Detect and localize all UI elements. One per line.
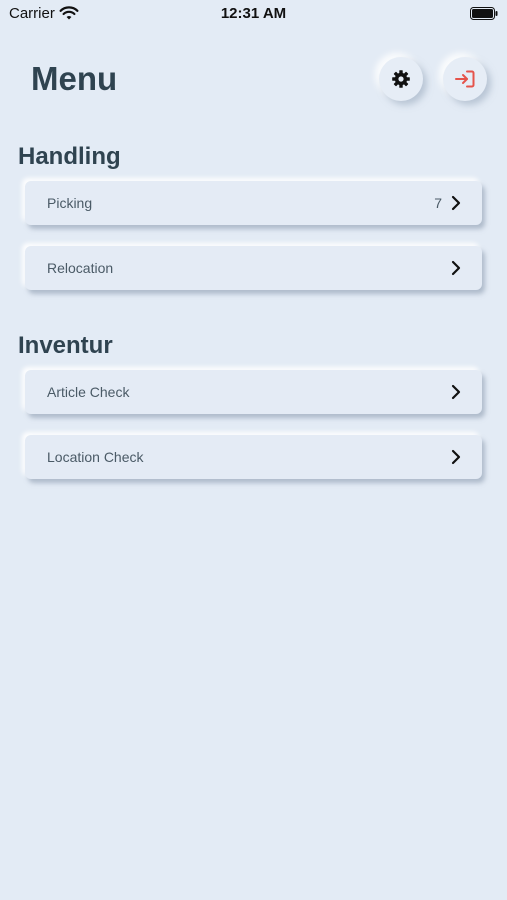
chevron-right-icon bbox=[451, 260, 461, 276]
menu-item-location-check[interactable]: Location Check bbox=[25, 435, 482, 479]
chevron-right-icon bbox=[451, 195, 461, 211]
gear-icon bbox=[392, 70, 410, 88]
login-arrow-icon bbox=[455, 70, 475, 88]
menu-item-label: Relocation bbox=[47, 260, 114, 276]
menu-item-label: Location Check bbox=[47, 449, 144, 465]
status-time: 12:31 AM bbox=[220, 5, 287, 22]
battery-icon bbox=[470, 7, 498, 20]
menu-item-label: Picking bbox=[47, 195, 93, 211]
settings-button[interactable] bbox=[379, 57, 423, 101]
menu-item-count: 7 bbox=[434, 195, 442, 211]
status-bar: Carrier 12:31 AM bbox=[0, 0, 507, 28]
menu-item-picking[interactable]: Picking 7 bbox=[25, 181, 482, 225]
menu-item-relocation[interactable]: Relocation bbox=[25, 246, 482, 290]
chevron-right-icon bbox=[451, 449, 461, 465]
chevron-right-icon bbox=[451, 384, 461, 400]
menu-item-article-check[interactable]: Article Check bbox=[25, 370, 482, 414]
section-title-handling: Handling bbox=[18, 143, 121, 170]
logout-button[interactable] bbox=[443, 57, 487, 101]
menu-item-label: Article Check bbox=[47, 384, 130, 400]
section-title-inventur: Inventur bbox=[18, 332, 113, 359]
page-title: Menu bbox=[31, 60, 118, 97]
